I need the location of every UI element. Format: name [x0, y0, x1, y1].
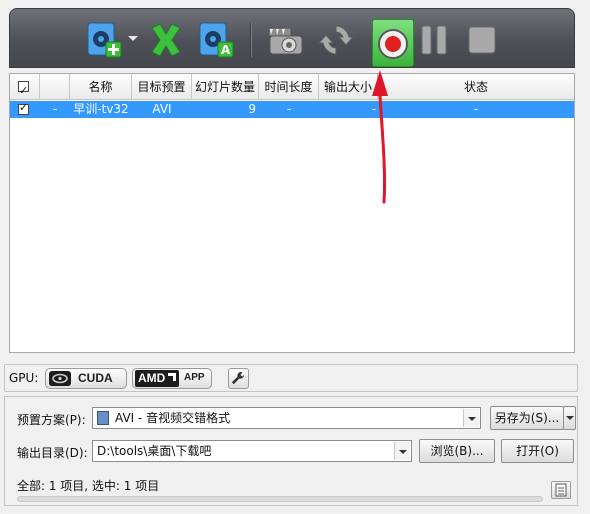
row-index: -	[52, 102, 58, 116]
list-header: 名称 目标预置 幻灯片数量 时间长度 输出大小 状态	[10, 74, 574, 100]
toolbar-separator	[250, 23, 251, 57]
snapshot-camera-icon	[268, 27, 303, 55]
output-directory-value: D:\tools\桌面\下载吧	[97, 444, 212, 458]
app-label: APP	[184, 372, 205, 383]
gpu-bar: GPU: CUDA AMD APP	[4, 364, 578, 392]
main-toolbar: A	[9, 8, 575, 68]
remove-button[interactable]	[146, 20, 186, 60]
preset-label: 预置方案(P):	[17, 413, 86, 427]
pause-button[interactable]	[414, 20, 454, 60]
preset-value: AVI - 音视频交错格式	[115, 411, 231, 425]
table-row[interactable]: - 早训-tv32 AVI 9 - - -	[10, 101, 574, 118]
wrench-icon	[231, 371, 245, 385]
preset-file-icon	[97, 411, 109, 425]
amd-app-toggle[interactable]: AMD APP	[132, 368, 212, 389]
task-list[interactable]: 名称 目标预置 幻灯片数量 时间长度 输出大小 状态 - 早训-tv32 AVI…	[9, 73, 575, 353]
output-label: 输出目录(D):	[17, 446, 88, 460]
convert-refresh-icon	[317, 25, 355, 55]
row-name: 早训-tv32	[73, 102, 129, 116]
amd-logo-icon: AMD	[135, 370, 179, 387]
add-file-button[interactable]	[84, 20, 124, 60]
gpu-settings-button[interactable]	[228, 368, 249, 389]
start-button[interactable]	[372, 19, 414, 67]
header-index[interactable]	[40, 74, 70, 100]
row-duration: -	[286, 102, 292, 116]
header-target-preset[interactable]: 目标预置	[132, 74, 192, 100]
convert-button[interactable]	[316, 20, 356, 60]
remove-icon	[151, 23, 181, 57]
add-photo-album-icon: A	[199, 22, 234, 58]
record-start-icon	[378, 29, 408, 59]
log-view-button[interactable]	[551, 481, 571, 499]
row-output-size: -	[371, 102, 376, 116]
cuda-label: CUDA	[78, 371, 113, 385]
row-slide-count: 9	[248, 102, 256, 116]
open-button[interactable]: 打开(O)	[501, 439, 574, 463]
save-as-dropdown[interactable]	[563, 406, 576, 430]
preset-select[interactable]: AVI - 音视频交错格式	[92, 407, 481, 429]
header-select-all[interactable]	[10, 74, 40, 100]
save-as-button[interactable]: 另存为(S)...	[490, 406, 564, 430]
header-name[interactable]: 名称	[70, 74, 132, 100]
header-output-size[interactable]: 输出大小	[319, 74, 378, 100]
output-dropdown-icon[interactable]	[394, 442, 410, 460]
document-icon	[555, 483, 567, 497]
pause-icon	[421, 25, 447, 55]
add-file-icon	[87, 22, 122, 58]
header-slide-count[interactable]: 幻灯片数量	[192, 74, 259, 100]
stop-button[interactable]	[462, 20, 502, 60]
chevron-down-icon	[566, 416, 574, 420]
cuda-toggle[interactable]: CUDA	[45, 368, 127, 389]
add-photo-album-button[interactable]: A	[196, 20, 236, 60]
row-checkbox[interactable]	[18, 101, 29, 115]
preset-dropdown-icon[interactable]	[463, 409, 479, 427]
header-duration[interactable]: 时间长度	[259, 74, 319, 100]
nvidia-logo-icon	[49, 371, 71, 386]
horizontal-scrollbar[interactable]	[17, 496, 543, 502]
browse-button[interactable]: 浏览(B)...	[419, 439, 495, 463]
stop-icon	[468, 26, 496, 54]
add-dropdown-arrow-icon[interactable]	[128, 36, 138, 41]
row-status: -	[473, 102, 479, 116]
select-all-checkbox[interactable]	[18, 78, 29, 100]
status-summary: 全部: 1 项目, 选中: 1 项目	[17, 479, 160, 493]
svg-text:A: A	[221, 43, 231, 57]
gpu-label: GPU:	[9, 371, 39, 385]
output-directory-field[interactable]: D:\tools\桌面\下载吧	[92, 440, 412, 462]
snapshot-button[interactable]	[266, 20, 306, 60]
header-status[interactable]: 状态	[378, 74, 574, 100]
row-preset: AVI	[152, 102, 172, 116]
settings-panel: 预置方案(P): AVI - 音视频交错格式 另存为(S)... 输出目录(D)…	[4, 396, 578, 506]
